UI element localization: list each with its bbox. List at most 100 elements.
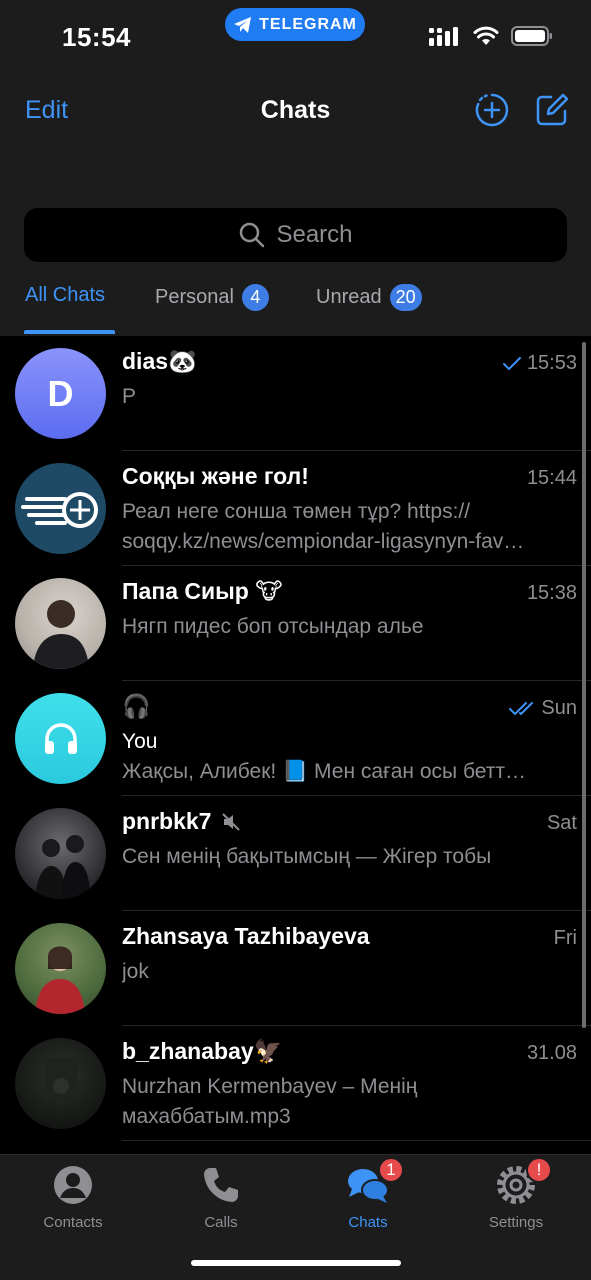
chat-time-group: 15:53: [502, 352, 577, 375]
scrollbar[interactable]: [582, 342, 586, 1028]
chat-name-text: pnrbkk7: [122, 808, 212, 834]
chat-preview: You Жақсы, Алибек! 📘 Мен саған осы бетт…: [122, 727, 574, 787]
chat-time-group: 15:44: [527, 467, 577, 490]
chat-time-group: Fri: [554, 927, 577, 950]
phone-icon: [204, 1168, 238, 1202]
tab-label: Unread: [316, 286, 382, 308]
double-check-icon: [509, 701, 534, 715]
person-circle-icon: [54, 1166, 92, 1204]
chat-row[interactable]: D dias🐼 15:53 P: [0, 336, 591, 451]
telegram-pill[interactable]: TELEGRAM: [225, 8, 365, 41]
tab-label: All Chats: [25, 284, 106, 306]
home-indicator[interactable]: [191, 1260, 401, 1266]
telegram-pill-label: TELEGRAM: [259, 15, 357, 33]
tab-calls[interactable]: Calls: [151, 1163, 291, 1231]
chat-time-group: 31.08: [527, 1042, 577, 1065]
chat-name: 🎧: [122, 693, 151, 719]
avatar: [15, 808, 106, 899]
tab-label: Contacts: [43, 1214, 103, 1231]
chat-name: Папа Сиыр 🐮: [122, 578, 283, 604]
headphones-icon: [44, 722, 77, 754]
avatar: [15, 693, 106, 784]
alert-badge: !: [526, 1157, 552, 1183]
status-bar: 15:54 TELEGRAM: [0, 0, 591, 80]
person-photo: [45, 1058, 77, 1098]
header: 15:54 TELEGRAM Edit Chats Search All Cha…: [0, 0, 591, 336]
search-placeholder: Search: [276, 221, 353, 248]
chat-row[interactable]: Соққы және гол! 15:44 Реал неге сонша тө…: [0, 451, 591, 566]
group-photo: [35, 835, 91, 899]
avatar: [15, 923, 106, 1014]
chat-time: 15:38: [526, 582, 577, 604]
chat-time: 15:44: [526, 467, 577, 489]
chat-message: Жақсы, Алибек! 📘 Мен саған осы бетт…: [122, 760, 526, 783]
telegram-plane-icon: [234, 16, 252, 33]
nav-bar: Edit Chats: [0, 84, 591, 140]
tab-settings[interactable]: ! Settings: [446, 1157, 586, 1231]
folder-tabs: All Chats Personal 4 Unread 20: [0, 270, 591, 336]
chat-preview: Нягп пидес боп отсындар алье: [122, 612, 574, 642]
avatar: [15, 1038, 106, 1129]
chat-preview: Сен менің бақытымсың — Жігер тобы: [122, 842, 574, 872]
tab-chats[interactable]: 1 Chats: [298, 1157, 438, 1231]
chat-time: 15:53: [526, 352, 577, 374]
cellular-signal-icon: [429, 27, 458, 46]
notification-badge: 1: [378, 1157, 404, 1183]
tab-label: Personal: [155, 286, 234, 308]
compose-icon[interactable]: [534, 92, 570, 128]
chat-message: jok: [122, 960, 149, 983]
chat-row[interactable]: 🎧 Sun You Жақсы, Алибек! 📘 Мен саған осы…: [0, 681, 591, 796]
chat-preview: Nurzhan Kermenbayev – Менің махаббатым.m…: [122, 1072, 574, 1132]
chat-message: Сен менің бақытымсың — Жігер тобы: [122, 845, 492, 868]
search-input[interactable]: Search: [24, 208, 567, 262]
sports-channel-logo: [21, 492, 98, 528]
chat-time-group: Sat: [547, 812, 577, 835]
chat-message: P: [122, 385, 137, 408]
tab-label: Chats: [348, 1214, 388, 1231]
chat-message: Нягп пидес боп отсындар алье: [122, 615, 424, 638]
tab-label: Calls: [204, 1214, 238, 1231]
chat-name: dias🐼: [122, 348, 197, 374]
muted-icon: [222, 812, 241, 831]
chat-time: Sat: [546, 812, 577, 834]
chat-row[interactable]: Zhansaya Tazhibayeva Fri jok: [0, 911, 591, 1026]
new-story-icon[interactable]: [474, 92, 510, 128]
chat-list[interactable]: D dias🐼 15:53 P Соққы және гол! 15:44 Ре…: [0, 336, 591, 1154]
single-check-icon: [502, 356, 521, 370]
chat-name: b_zhanabay🦅: [122, 1038, 283, 1064]
avatar: D: [15, 348, 106, 439]
chat-time: 31.08: [526, 1042, 577, 1064]
avatar: [15, 578, 106, 669]
unread-badge: 20: [389, 284, 422, 311]
avatar: [15, 463, 106, 554]
tab-label: Settings: [488, 1214, 544, 1231]
chat-preview: P: [122, 382, 574, 412]
status-time: 15:54: [62, 22, 131, 52]
chat-row[interactable]: Папа Сиыр 🐮 15:38 Нягп пидес боп отсында…: [0, 566, 591, 681]
chat-time-group: 15:38: [527, 582, 577, 605]
chat-name: Zhansaya Tazhibayeva: [122, 923, 370, 949]
chat-time: Fri: [553, 927, 577, 949]
chat-preview: Реал неге сонша төмен тұр? https:// soqq…: [122, 497, 574, 557]
chat-name: pnrbkk7: [122, 808, 241, 835]
status-icons: [429, 26, 553, 46]
chats-icon-wrap: 1: [346, 1157, 404, 1207]
chat-row[interactable]: b_zhanabay🦅 31.08 Nurzhan Kermenbayev – …: [0, 1026, 591, 1141]
chat-message: Реал неге сонша төмен тұр? https:// soqq…: [122, 500, 525, 553]
chat-time-group: Sun: [509, 697, 577, 720]
person-photo: [33, 600, 89, 669]
settings-icon-wrap: !: [494, 1157, 552, 1207]
tab-unread[interactable]: Unread 20: [316, 284, 422, 311]
wifi-icon: [473, 26, 499, 45]
divider: [122, 1140, 591, 1141]
search-icon: [240, 222, 265, 248]
tab-contacts[interactable]: Contacts: [3, 1163, 143, 1231]
chat-name: Соққы және гол!: [122, 463, 309, 489]
chat-row[interactable]: pnrbkk7 Sat Сен менің бақытымсың — Жігер…: [0, 796, 591, 911]
active-tab-indicator: [24, 330, 115, 334]
unread-badge: 4: [241, 284, 269, 311]
tab-all-chats[interactable]: All Chats: [25, 284, 105, 307]
battery-icon: [511, 26, 552, 46]
tab-personal[interactable]: Personal 4: [155, 284, 269, 311]
chat-time: Sun: [541, 697, 577, 719]
